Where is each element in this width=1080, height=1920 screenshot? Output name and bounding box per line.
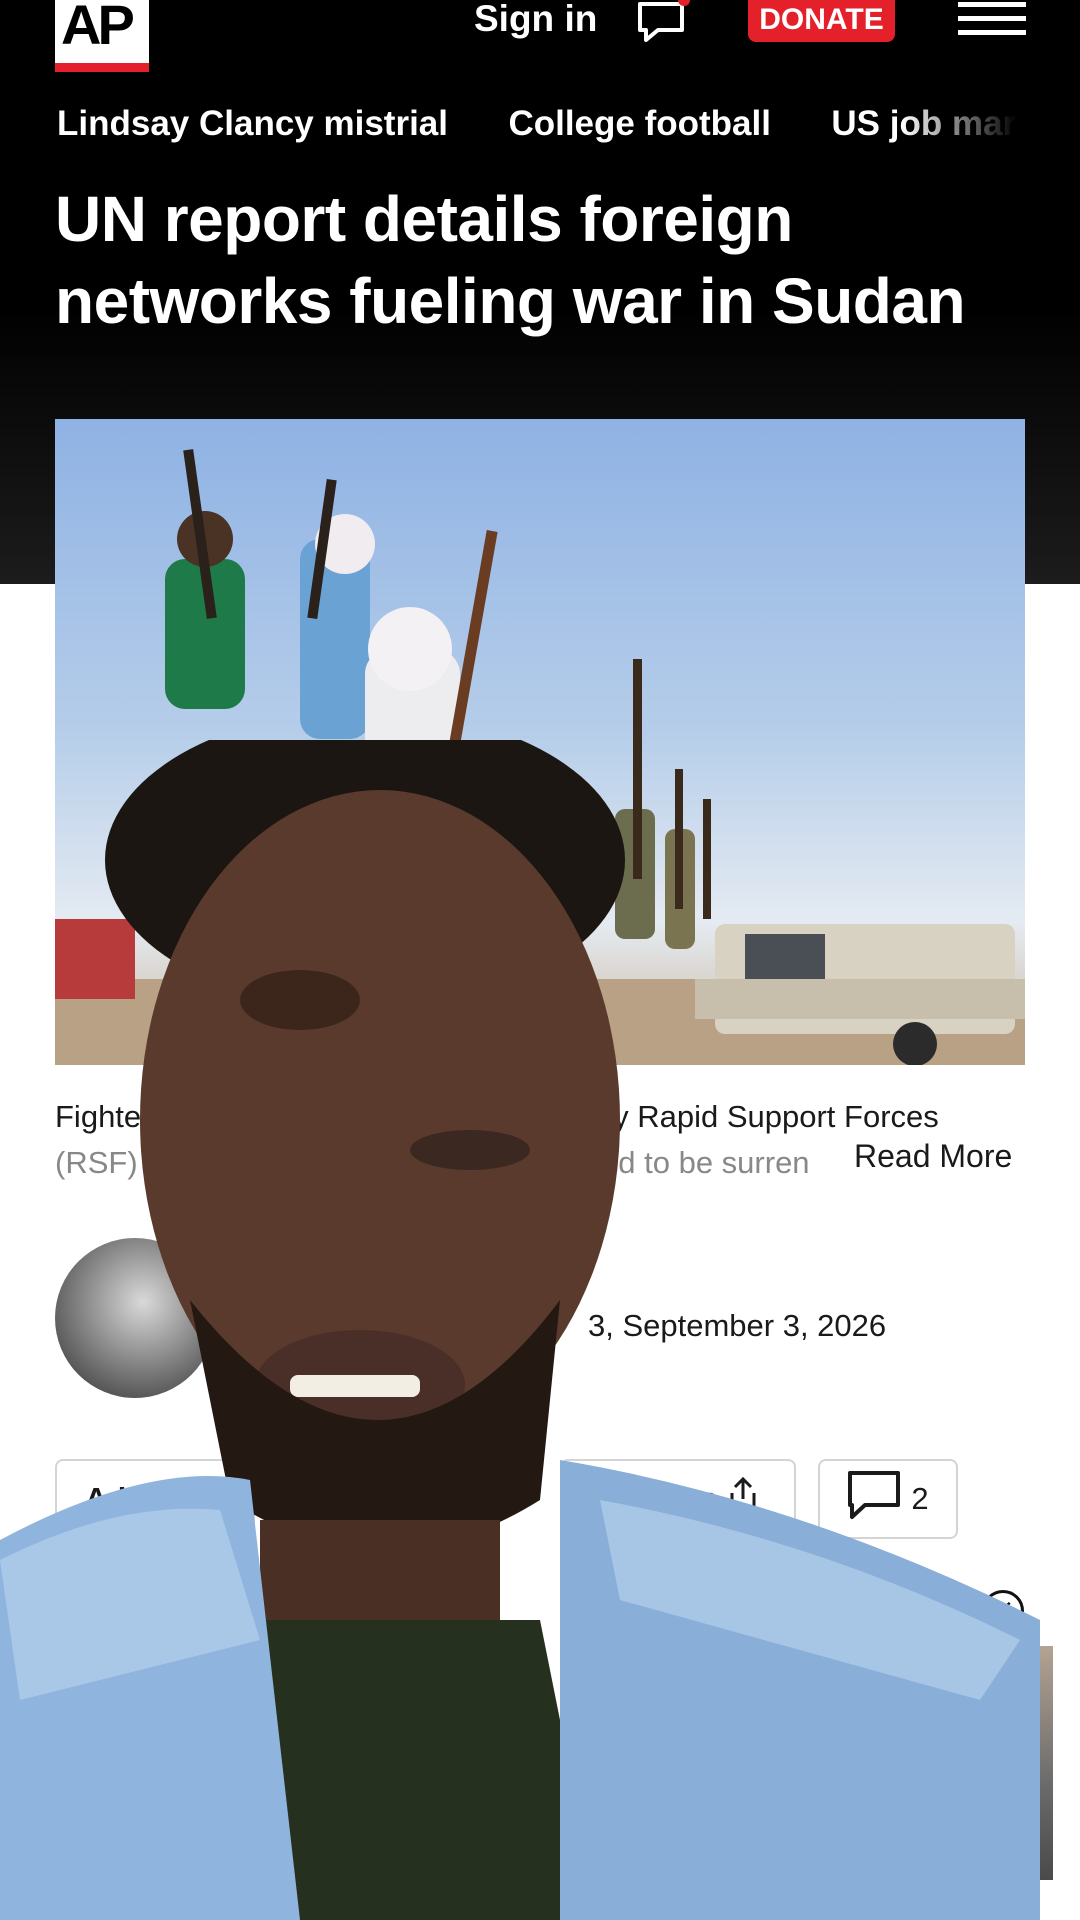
logo-text: AP bbox=[61, 0, 135, 56]
article-headline: UN report details foreign networks fueli… bbox=[55, 183, 966, 337]
trending-item[interactable]: US job marke bbox=[831, 104, 1017, 144]
hamburger-menu-icon[interactable] bbox=[958, 0, 1026, 40]
presenter-overlay bbox=[0, 710, 1080, 1920]
trending-item[interactable]: College football bbox=[508, 104, 771, 144]
ap-logo[interactable]: AP bbox=[55, 0, 149, 72]
donate-button[interactable]: DONATE bbox=[748, 0, 895, 42]
sign-in-link[interactable]: Sign in bbox=[474, 0, 597, 40]
trending-nav: Lindsay Clancy mistrial College football… bbox=[57, 104, 1017, 154]
trending-item[interactable]: Lindsay Clancy mistrial bbox=[57, 104, 448, 144]
chat-bubble-icon[interactable] bbox=[634, 0, 692, 44]
